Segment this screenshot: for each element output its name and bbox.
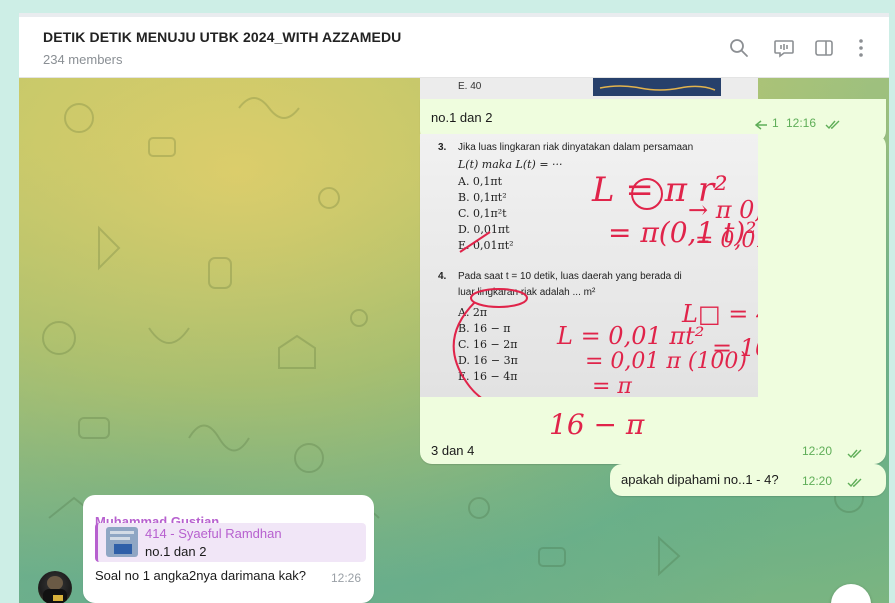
reply-preview[interactable]: 414 - Syaeful Ramdhan no.1 dan 2 <box>95 523 366 562</box>
message-photo[interactable]: 3. Jika luas lingkaran riak dinyatakan d… <box>420 134 758 397</box>
reply-count[interactable]: 1 <box>772 116 779 130</box>
message-time: 12:20 <box>802 474 833 488</box>
message-time: 12:20 <box>802 444 833 458</box>
chat-header[interactable]: DETIK DETIK MENUJU UTBK 2024_WITH AZZAME… <box>19 17 889 78</box>
reply-text: no.1 dan 2 <box>145 544 207 559</box>
message-text: Soal no 1 angka2nya darimana kak? <box>95 568 307 583</box>
message-text: no.1 dan 2 <box>431 110 493 125</box>
chat-window: DETIK DETIK MENUJU UTBK 2024_WITH AZZAME… <box>19 13 889 603</box>
handwritten-marks <box>452 178 663 397</box>
member-count: 234 members <box>43 52 123 67</box>
reply-thumbnail <box>106 527 138 557</box>
handwritten-answer: 16 − π <box>549 408 645 441</box>
more-icon[interactable] <box>849 36 873 60</box>
message-bubble-3[interactable]: apakah dipahami no..1 - 4? 12:20 <box>610 464 886 496</box>
message-text: apakah dipahami no..1 - 4? <box>621 472 779 487</box>
image-graph <box>593 78 721 96</box>
search-icon[interactable] <box>727 36 751 60</box>
read-check-icon <box>847 478 862 488</box>
read-check-icon <box>825 120 840 130</box>
message-time: 12:16 <box>786 116 817 130</box>
chat-title[interactable]: DETIK DETIK MENUJU UTBK 2024_WITH AZZAME… <box>43 29 401 45</box>
message-text: 3 dan 4 <box>431 443 475 458</box>
read-check-icon <box>847 449 862 459</box>
reply-count-icon[interactable] <box>754 119 769 133</box>
message-image-partial[interactable]: E. 40 <box>420 78 758 99</box>
reply-sender: 414 - Syaeful Ramdhan <box>145 526 282 541</box>
message-time: 12:26 <box>331 571 362 585</box>
sidebar-toggle-icon[interactable] <box>812 36 836 60</box>
avatar[interactable] <box>38 571 72 603</box>
video-chat-icon[interactable] <box>772 36 796 60</box>
